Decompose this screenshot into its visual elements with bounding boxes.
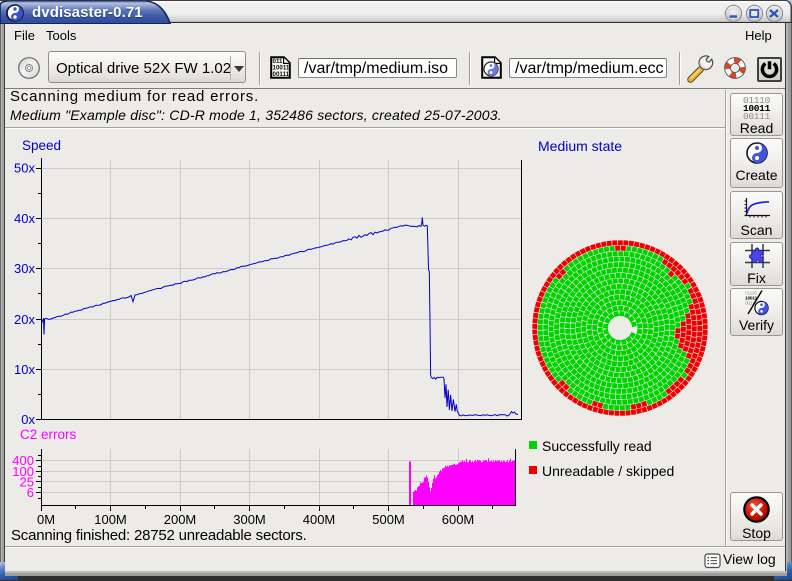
svg-text:600M: 600M [442, 512, 475, 527]
svg-text:40x: 40x [14, 211, 35, 226]
svg-text:10x: 10x [14, 362, 35, 377]
svg-text:0x: 0x [21, 412, 35, 427]
svg-text:500M: 500M [372, 512, 405, 527]
svg-text:20x: 20x [14, 312, 35, 327]
svg-text:200M: 200M [164, 512, 197, 527]
svg-text:400M: 400M [303, 512, 336, 527]
svg-text:300M: 300M [233, 512, 266, 527]
svg-text:Speed: Speed [22, 138, 61, 153]
svg-text:50x: 50x [14, 161, 35, 176]
svg-text:0M: 0M [37, 512, 55, 527]
svg-text:6: 6 [27, 485, 34, 500]
svg-text:100M: 100M [94, 512, 127, 527]
svg-text:30x: 30x [14, 261, 35, 276]
svg-text:C2 errors: C2 errors [20, 427, 77, 442]
svg-text:00111: 00111 [273, 71, 290, 78]
